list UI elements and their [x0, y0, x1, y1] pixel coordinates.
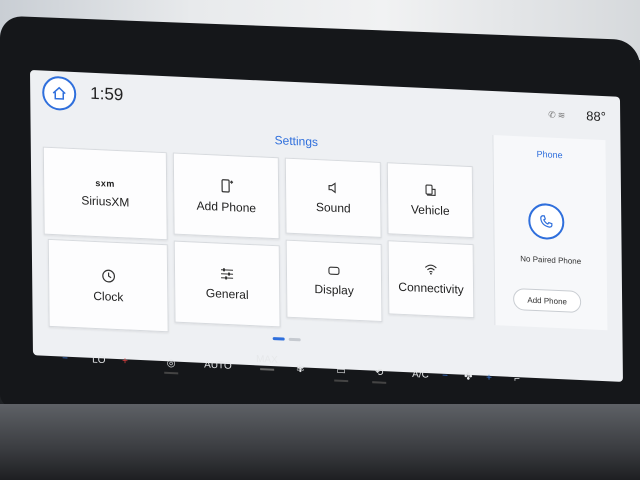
home-icon [52, 86, 66, 100]
tile-vehicle[interactable]: Vehicle [386, 162, 474, 239]
rear-defrost-button[interactable]: ▭ [334, 365, 349, 383]
add-phone-button[interactable]: Add Phone [513, 287, 582, 314]
infotainment-screen: 1:59 ✆≋ 88° Settings sxm SiriusXM Add Ph… [30, 70, 623, 382]
max-defrost-button[interactable]: MAX [256, 354, 278, 371]
status-icons: ✆≋ [548, 110, 567, 122]
dashboard [0, 404, 640, 480]
recirculation-button[interactable]: ⟲ [372, 367, 387, 384]
wifi-icon [424, 264, 437, 275]
recirculation-icon: ⟲ [374, 367, 384, 379]
outside-temperature: 88° [586, 108, 606, 125]
tile-label: Display [314, 281, 354, 298]
phone-icon [540, 215, 553, 228]
phone-status: No Paired Phone [520, 254, 582, 267]
display-icon [328, 266, 340, 276]
tile-clock[interactable]: Clock [47, 238, 169, 333]
phone-button[interactable] [528, 202, 565, 241]
sliders-icon [220, 268, 234, 280]
page-title: Settings [274, 133, 319, 150]
steering-heat-button[interactable]: ◎ [164, 357, 179, 375]
tile-label: SiriusXM [81, 193, 130, 210]
page-dot-active [272, 337, 285, 341]
tile-label: General [205, 285, 249, 302]
wifi-icon: ≋ [557, 109, 568, 121]
add-phone-icon [221, 179, 234, 193]
fan-up-button[interactable]: + [486, 372, 492, 383]
max-label: MAX [255, 353, 278, 366]
tile-label: Connectivity [398, 279, 464, 297]
speaker-icon [328, 182, 336, 194]
tile-sound[interactable]: Sound [284, 157, 382, 238]
page-dot [288, 337, 301, 342]
fan-button[interactable]: ✾ [296, 364, 305, 375]
fan-icon: ✾ [296, 363, 305, 376]
seat-heat-button[interactable]: ⌐ [514, 374, 520, 385]
left-temperature: LO [92, 354, 106, 367]
seat-icon: ⌐ [514, 373, 521, 385]
tile-label: Clock [93, 288, 124, 304]
temp-up-button[interactable]: + [122, 356, 128, 367]
fan-down-button[interactable]: − [442, 370, 448, 381]
ac-button[interactable]: A/C [412, 369, 429, 381]
temp-down-button[interactable]: − [62, 353, 68, 364]
tile-label: Sound [315, 199, 351, 216]
vehicle-icon [425, 184, 436, 196]
tile-general[interactable]: General [173, 240, 281, 328]
tile-label: Vehicle [410, 202, 450, 219]
siriusxm-logo-icon: sxm [95, 177, 115, 189]
tile-label: Add Phone [196, 198, 257, 216]
tile-siriusxm[interactable]: sxm SiriusXM [42, 146, 168, 241]
clock-icon [101, 269, 115, 282]
rear-defrost-icon: ▭ [336, 365, 346, 377]
tile-add-phone[interactable]: Add Phone [172, 152, 280, 240]
phone-panel: Phone No Paired Phone Add Phone [492, 135, 608, 331]
status-time: 1:59 [90, 83, 124, 105]
steering-wheel-icon: ◎ [166, 357, 176, 370]
phone-panel-title: Phone [536, 149, 563, 161]
auto-button[interactable]: AUTO [204, 360, 232, 372]
home-button[interactable] [42, 75, 77, 112]
phone-mute-icon: ✆ [548, 109, 558, 120]
page-indicator [272, 327, 305, 346]
tile-display[interactable]: Display [285, 239, 383, 323]
tile-connectivity[interactable]: Connectivity [387, 240, 475, 319]
fan-speed-icon: ✤ [464, 371, 473, 383]
